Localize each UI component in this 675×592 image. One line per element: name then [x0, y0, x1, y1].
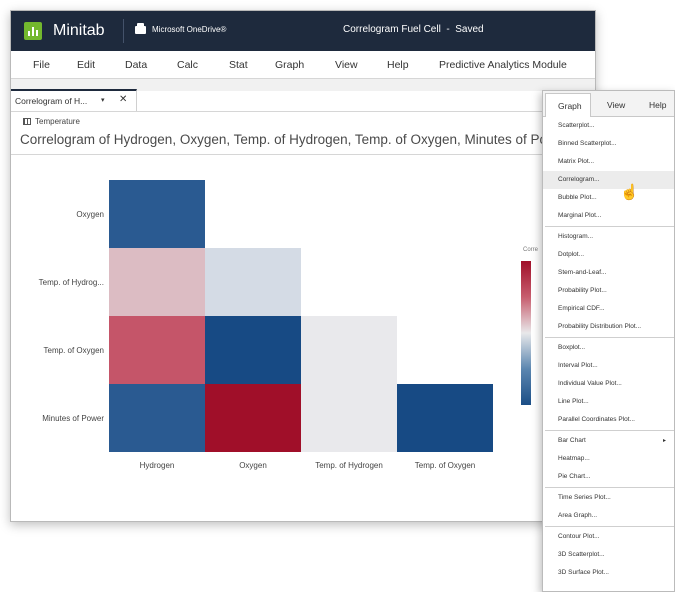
graph-title: Correlogram of Hydrogen, Oxygen, Temp. o… — [20, 132, 569, 147]
title-divider-line — [11, 154, 595, 155]
menu-item[interactable]: Probability Plot... — [543, 282, 674, 300]
minitab-logo-icon — [24, 22, 42, 40]
worksheet-label: Temperature — [35, 117, 80, 126]
menu-separator — [545, 526, 674, 527]
close-icon[interactable]: ✕ — [119, 94, 127, 105]
menu-item[interactable]: Boxplot... — [543, 339, 674, 357]
menu-data[interactable]: Data — [125, 59, 147, 71]
heatmap-cell — [109, 248, 205, 316]
content-divider — [11, 111, 595, 112]
menu-separator — [545, 226, 674, 227]
app-name: Minitab — [53, 22, 105, 39]
heatmap-cell — [109, 384, 205, 452]
menu-item[interactable]: Time Series Plot... — [543, 489, 674, 507]
menu-item[interactable]: Marginal Plot... — [543, 207, 674, 225]
color-scale-bar — [521, 261, 531, 405]
worksheet-icon — [23, 118, 31, 125]
menu-tab-view[interactable]: View — [607, 100, 625, 110]
menu-item[interactable]: Empirical CDF... — [543, 300, 674, 318]
heatmap-cell — [301, 316, 397, 384]
menu-tab-graph[interactable]: Graph — [545, 93, 591, 117]
tab-correlogram[interactable]: Correlogram of H... ▾ ✕ — [11, 89, 137, 111]
heatmap-cell — [397, 384, 493, 452]
menu-item[interactable]: Heatmap... — [543, 450, 674, 468]
document-title: Correlogram Fuel Cell - Saved — [343, 24, 484, 35]
menu-separator — [545, 337, 674, 338]
menu-graph[interactable]: Graph — [275, 59, 304, 71]
column-label: Temp. of Hydrogen — [315, 461, 383, 470]
title-divider — [123, 19, 124, 43]
menu-item[interactable]: Pie Chart... — [543, 468, 674, 486]
menu-help[interactable]: Help — [387, 59, 409, 71]
chevron-right-icon: ▸ — [662, 438, 666, 444]
hand-cursor-icon: ☝ — [620, 184, 639, 201]
heatmap-cell — [109, 316, 205, 384]
heatmap-cell — [205, 384, 301, 452]
menu-bar: File Edit Data Calc Stat Graph View Help… — [11, 51, 595, 79]
menu-separator — [545, 487, 674, 488]
menu-item[interactable]: Histogram... — [543, 228, 674, 246]
row-label: Minutes of Power — [42, 414, 104, 423]
menu-item[interactable]: Bar Chart ▸ — [543, 432, 674, 450]
column-label: Hydrogen — [139, 461, 175, 470]
menu-item[interactable]: Bubble Plot... — [543, 189, 674, 207]
menu-view[interactable]: View — [335, 59, 358, 71]
menu-item[interactable]: Binned Scatterplot... — [543, 135, 674, 153]
tab-label: Correlogram of H... — [15, 96, 88, 106]
menu-item[interactable]: Area Graph... — [543, 507, 674, 525]
menu-calc[interactable]: Calc — [177, 59, 198, 71]
row-label: Temp. of Oxygen — [43, 346, 104, 355]
menu-item[interactable]: Correlogram... — [543, 171, 674, 189]
menu-tab-help[interactable]: Help — [649, 100, 666, 110]
legend-title: Corre — [523, 247, 539, 253]
column-label: Temp. of Oxygen — [414, 461, 476, 470]
menu-item[interactable]: 3D Scatterplot... — [543, 546, 674, 564]
briefcase-icon — [135, 23, 146, 34]
graph-dropdown-menu: Graph View Help Scatterplot... Binned Sca… — [542, 90, 675, 592]
menu-item[interactable]: Matrix Plot... — [543, 153, 674, 171]
menu-file[interactable]: File — [33, 59, 50, 71]
menu-stat[interactable]: Stat — [229, 59, 248, 71]
menu-item[interactable]: Stem-and-Leaf... — [543, 264, 674, 282]
column-label: Oxygen — [239, 461, 267, 470]
menu-header: Graph View Help — [543, 91, 674, 117]
menu-item[interactable]: Parallel Coordinates Plot... — [543, 411, 674, 429]
menu-item[interactable]: Contour Plot... — [543, 528, 674, 546]
menu-item[interactable]: Scatterplot... — [543, 117, 674, 135]
onedrive-label[interactable]: Microsoft OneDrive® — [152, 25, 226, 34]
heatmap-cell — [109, 180, 205, 248]
minitab-window: Minitab Microsoft OneDrive® Correlogram … — [10, 10, 596, 522]
menu-item[interactable]: Individual Value Plot... — [543, 375, 674, 393]
menu-item[interactable]: Dotplot... — [543, 246, 674, 264]
menu-predictive-analytics[interactable]: Predictive Analytics Module — [439, 59, 567, 71]
title-bar: Minitab Microsoft OneDrive® Correlogram … — [11, 11, 595, 51]
chevron-down-icon[interactable]: ▾ — [101, 96, 105, 104]
menu-separator — [545, 430, 674, 431]
row-label: Temp. of Hydrog... — [38, 278, 104, 287]
menu-item[interactable]: Line Plot... — [543, 393, 674, 411]
heatmap-cell — [301, 384, 397, 452]
heatmap-cell — [205, 248, 301, 316]
menu-edit[interactable]: Edit — [77, 59, 95, 71]
menu-item[interactable]: 3D Surface Plot... — [543, 564, 674, 582]
menu-item[interactable]: Probability Distribution Plot... — [543, 318, 674, 336]
row-label: Oxygen — [76, 210, 104, 219]
menu-item[interactable]: Interval Plot... — [543, 357, 674, 375]
heatmap-cell — [205, 316, 301, 384]
